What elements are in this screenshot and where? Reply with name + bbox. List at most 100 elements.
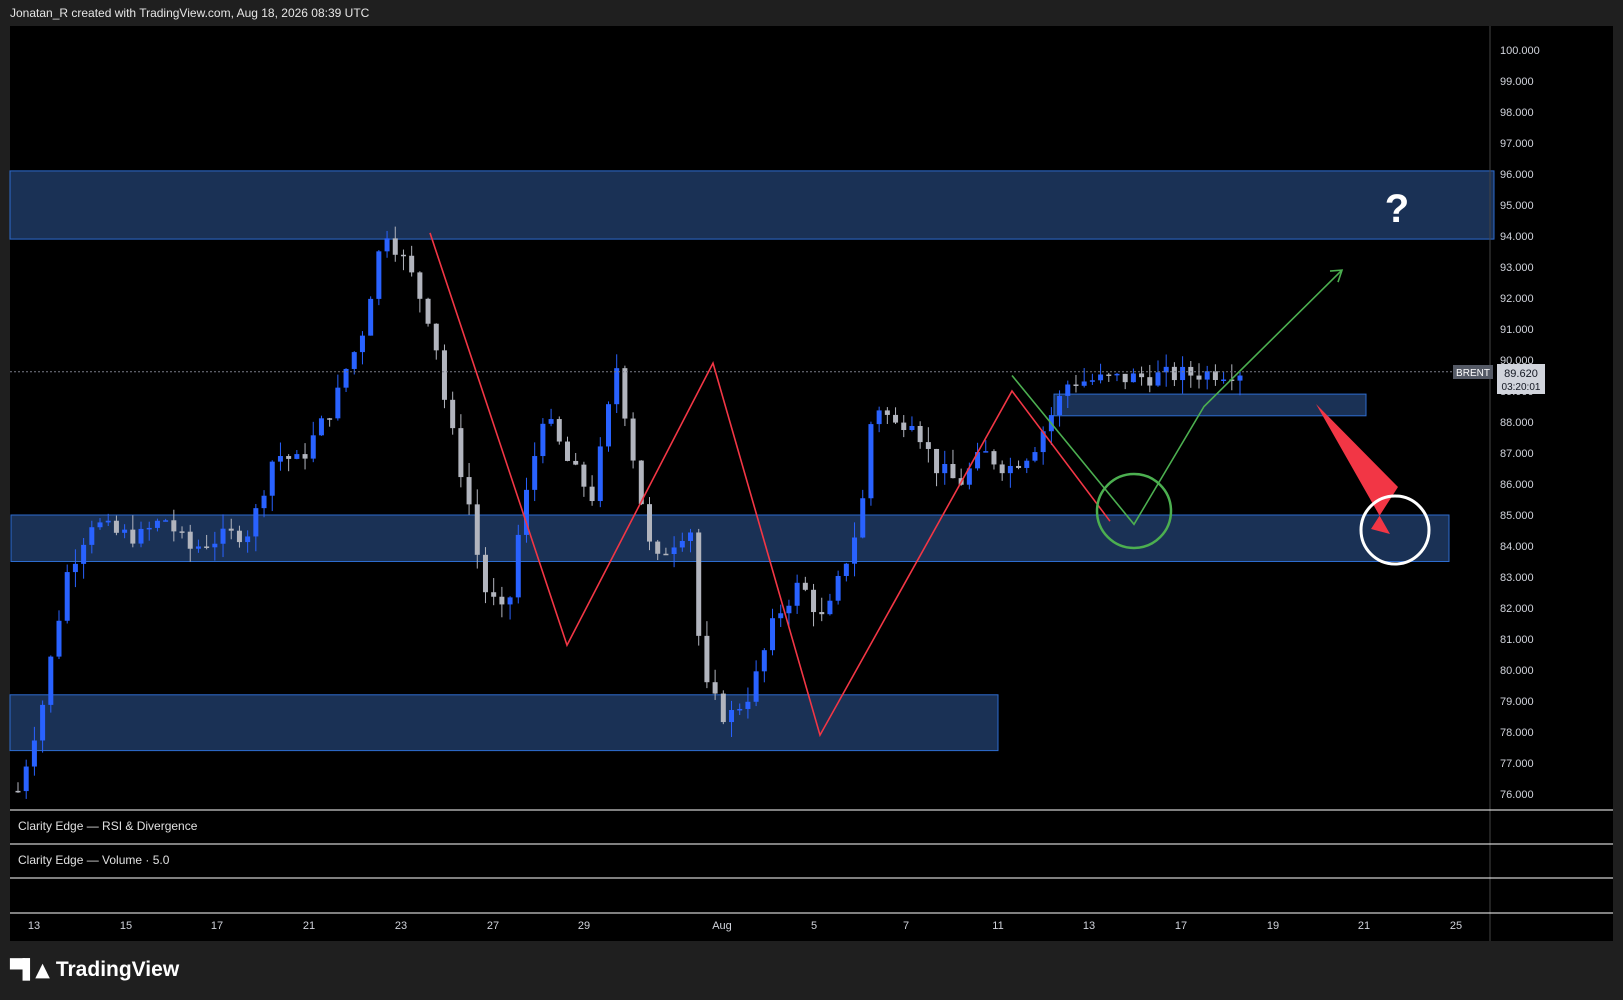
candle-body [597,446,603,502]
zone-1 [9,170,1495,240]
candle-body [1073,384,1079,386]
candle-body [1221,379,1227,382]
x-tick-label: 17 [1175,920,1187,932]
candle-body [720,693,726,723]
candle-body [89,527,95,545]
candle-body [286,456,292,459]
candle-body [482,554,488,593]
zone-3 [9,694,999,752]
candle-body [556,419,562,442]
time-axis: 13 15 17 21 23 27 29 Aug 5 7 11 13 17 19 21 25 [10,912,1613,932]
candle-body [901,422,907,431]
tradingview-logo[interactable]: ▀▌▲ TradingView [10,958,179,982]
zone-4 [1053,393,1367,417]
candle-body [884,410,890,415]
candle-body [40,704,46,741]
candle-body [1098,374,1104,381]
y-tick-label: 98.000 [1500,107,1534,119]
countdown-label: 03:20:01 [1502,382,1541,393]
candle-body [228,528,234,531]
candle-body [515,534,521,598]
candle-body [770,618,776,651]
x-tick-label: 13 [1083,920,1095,932]
candle-body [630,418,636,461]
candle-body [868,424,874,499]
candle-body [1130,373,1136,383]
candle-body [729,710,735,723]
y-tick-label: 94.000 [1500,231,1534,243]
candle-body [614,368,620,405]
candle-body [942,463,948,474]
supply-demand-zones [9,170,1495,752]
candle-body [138,528,144,544]
candle-body [15,790,21,793]
candle-body [392,238,398,255]
candle-body [647,504,653,542]
candle-body [589,486,595,502]
y-tick-label: 77.000 [1500,758,1534,770]
candle-body [359,335,365,353]
candle-body [1114,373,1120,376]
candle-body [318,418,324,436]
y-tick-label: 84.000 [1500,541,1534,553]
candle-body [893,414,899,423]
y-tick-label: 92.000 [1500,293,1534,305]
candle-body [1204,371,1210,380]
candle-body [56,620,62,657]
candle-body [1089,380,1095,382]
candle-body [113,520,119,533]
candle-body [1188,366,1194,376]
y-tick-label: 91.000 [1500,324,1534,336]
candle-body [1032,452,1038,461]
candle-body [696,532,702,636]
candle-body [909,425,915,431]
candle-body [802,582,808,590]
candle-body [400,254,406,257]
candle-body [761,650,767,672]
candle-body [1147,377,1153,386]
candle-body [655,541,661,554]
x-tick-label: 11 [992,920,1003,932]
y-tick-label: 76.000 [1500,789,1534,801]
y-tick-label: 83.000 [1500,572,1534,584]
candle-body [663,553,669,556]
candle-body [876,410,882,425]
candle-body [1007,465,1013,474]
candle-body [409,255,415,273]
candle-body [245,536,251,543]
x-tick-label: 15 [120,920,132,932]
candle-body [753,671,759,702]
candle-body [31,740,37,767]
candle-body [1057,395,1063,416]
candle-body [450,399,456,429]
zone-2 [10,514,1450,562]
red-zigzag-path [429,232,1111,738]
candle-body [581,464,587,487]
candle-body [171,520,177,532]
symbol-label: BRENT [1456,368,1490,379]
candle-body [351,352,357,369]
candle-body [1155,372,1161,386]
candle-body [811,589,817,613]
candle-body [532,456,538,490]
trend-drawings [10,232,1453,738]
y-tick-label: 85.000 [1500,510,1534,522]
x-tick-label: 21 [303,920,315,932]
x-tick-label: 27 [487,920,499,932]
candle-body [261,495,267,509]
candle-body [220,528,226,544]
candle-body [105,520,111,523]
candle-body [1122,373,1128,383]
candle-body [1106,374,1112,376]
candle-body [212,543,218,548]
candle-body [441,350,447,400]
x-tick-label: 5 [811,920,817,932]
candle-body [195,546,201,549]
candle-body [548,419,554,424]
y-tick-label: 96.000 [1500,169,1534,181]
candle-body [507,597,513,605]
price-chart[interactable]: 100.000 99.000 98.000 97.000 96.000 95.000 94.… [0,0,1623,1000]
y-tick-label: 80.000 [1500,665,1534,677]
candle-body [688,532,694,541]
x-tick-label: 7 [903,920,909,932]
